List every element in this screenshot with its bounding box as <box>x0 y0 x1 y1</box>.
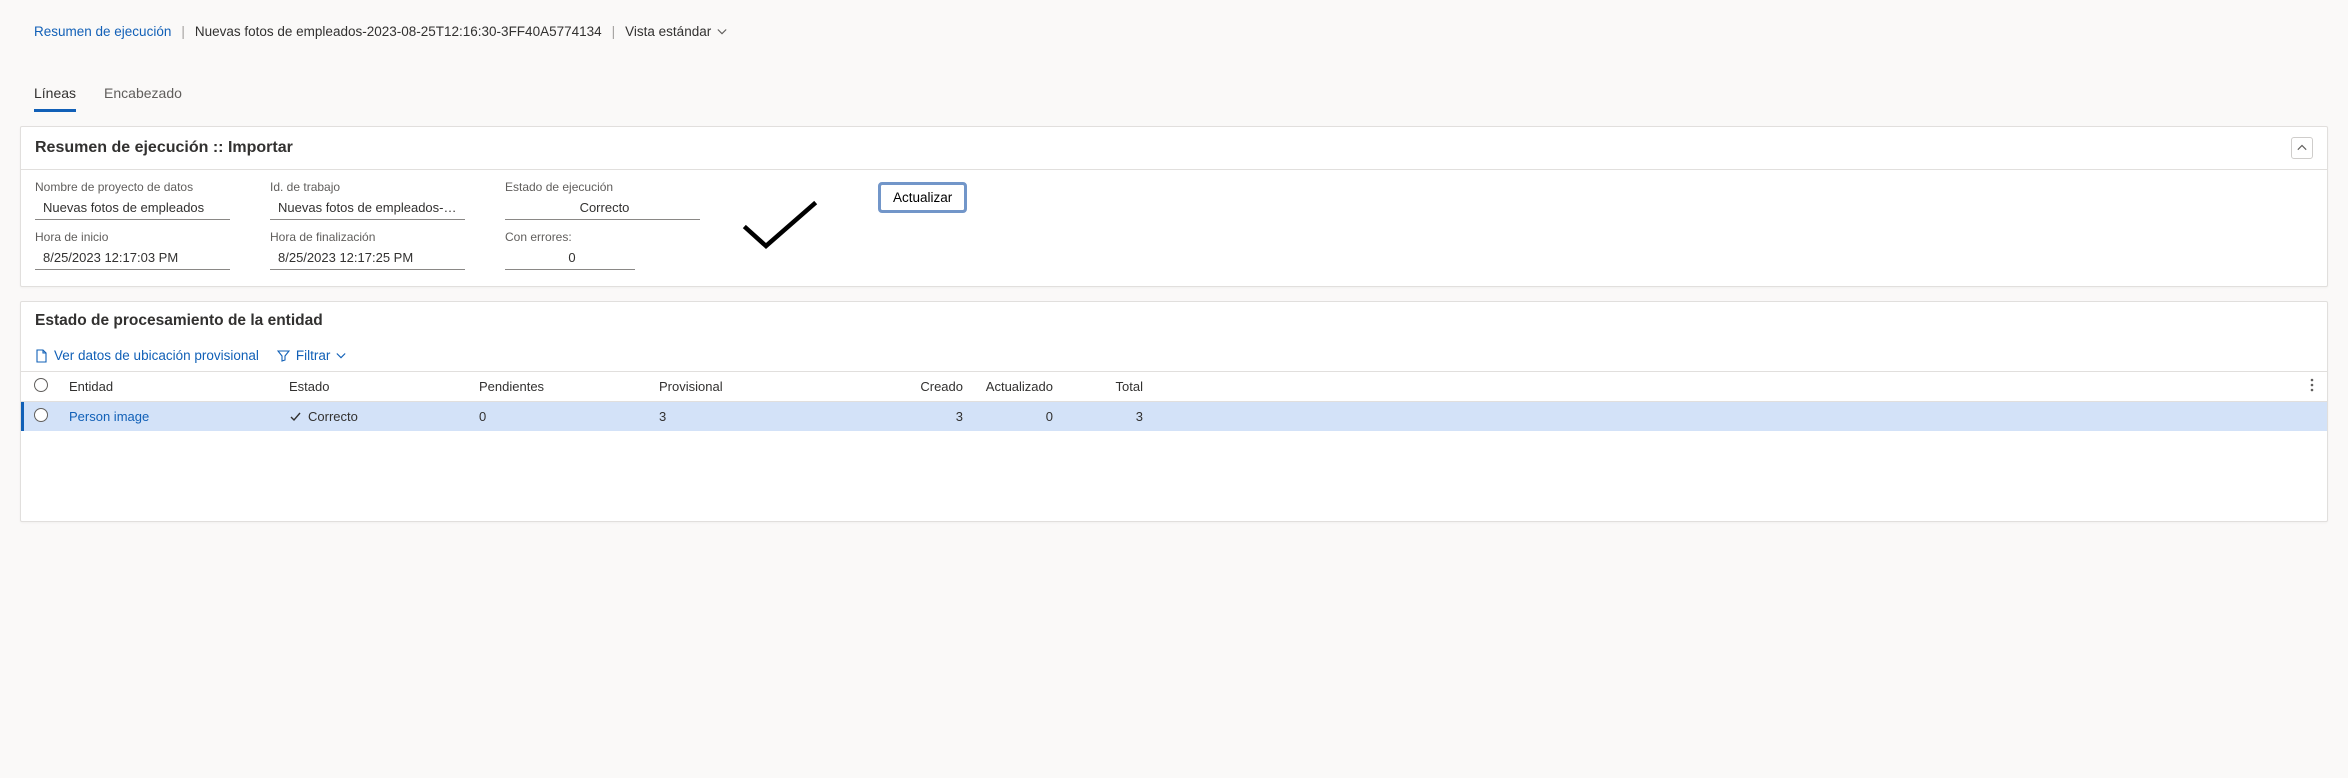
col-spacer <box>1151 372 2297 402</box>
summary-fields: Nombre de proyecto de datos Nuevas fotos… <box>21 170 2327 276</box>
entity-header: Estado de procesamiento de la entidad <box>21 302 2327 340</box>
entity-link[interactable]: Person image <box>69 409 149 424</box>
entity-toolbar: Ver datos de ubicación provisional Filtr… <box>21 340 2327 371</box>
table-row[interactable]: Person image Correcto 0 3 3 0 3 <box>21 402 2327 432</box>
field-label: Nombre de proyecto de datos <box>35 180 230 194</box>
col-staging[interactable]: Provisional <box>651 372 901 402</box>
field-value[interactable]: Nuevas fotos de empleados <box>35 196 230 220</box>
radio-icon <box>34 378 48 392</box>
breadcrumb-separator: | <box>612 24 616 39</box>
refresh-button[interactable]: Actualizar <box>880 184 965 211</box>
view-staging-label: Ver datos de ubicación provisional <box>54 348 259 363</box>
field-job-id: Id. de trabajo Nuevas fotos de empleados… <box>270 180 465 220</box>
tabs: Líneas Encabezado <box>20 45 2328 112</box>
tab-header[interactable]: Encabezado <box>104 81 182 112</box>
status-cell: Correcto <box>289 409 463 424</box>
field-label: Hora de inicio <box>35 230 230 244</box>
breadcrumb-separator: | <box>181 24 185 39</box>
collapse-button[interactable] <box>2291 137 2313 159</box>
field-value[interactable]: 8/25/2023 12:17:03 PM <box>35 246 230 270</box>
field-label: Id. de trabajo <box>270 180 465 194</box>
chevron-up-icon <box>2297 143 2307 153</box>
field-value[interactable]: 0 <box>505 246 635 270</box>
radio-icon <box>34 408 48 422</box>
col-entity[interactable]: Entidad <box>61 372 281 402</box>
view-selector[interactable]: Vista estándar <box>625 24 727 39</box>
col-pending[interactable]: Pendientes <box>471 372 651 402</box>
pending-cell: 0 <box>471 402 651 432</box>
field-value[interactable]: Correcto <box>505 196 700 220</box>
col-select[interactable] <box>21 372 61 402</box>
summary-header: Resumen de ejecución :: Importar <box>21 127 2327 169</box>
view-staging-link[interactable]: Ver datos de ubicación provisional <box>35 348 259 363</box>
summary-title: Resumen de ejecución :: Importar <box>35 139 293 157</box>
field-value[interactable]: Nuevas fotos de empleados-20... <box>270 196 465 220</box>
chevron-down-icon <box>717 27 727 37</box>
breadcrumb-root-link[interactable]: Resumen de ejecución <box>34 24 171 39</box>
breadcrumb-current: Nuevas fotos de empleados-2023-08-25T12:… <box>195 24 602 39</box>
field-value[interactable]: 8/25/2023 12:17:25 PM <box>270 246 465 270</box>
field-project-name: Nombre de proyecto de datos Nuevas fotos… <box>35 180 230 220</box>
entity-table: Entidad Estado Pendientes Provisional Cr… <box>21 371 2327 431</box>
more-vertical-icon <box>2310 378 2314 392</box>
entity-card: Estado de procesamiento de la entidad Ve… <box>20 301 2328 522</box>
filter-icon <box>277 349 290 362</box>
tab-lines[interactable]: Líneas <box>34 81 76 112</box>
col-more[interactable] <box>2297 372 2327 402</box>
field-label: Con errores: <box>505 230 700 244</box>
field-exec-status: Estado de ejecución Correcto <box>505 180 700 220</box>
breadcrumb: Resumen de ejecución | Nuevas fotos de e… <box>20 0 2328 45</box>
col-status[interactable]: Estado <box>281 372 471 402</box>
filter-link[interactable]: Filtrar <box>277 348 347 363</box>
chevron-down-icon <box>336 351 346 361</box>
field-label: Estado de ejecución <box>505 180 700 194</box>
field-label: Hora de finalización <box>270 230 465 244</box>
status-text: Correcto <box>308 409 358 424</box>
col-created[interactable]: Creado <box>901 372 971 402</box>
total-cell: 3 <box>1061 402 1151 432</box>
checkmark-icon <box>289 410 302 423</box>
col-total[interactable]: Total <box>1061 372 1151 402</box>
entity-title: Estado de procesamiento de la entidad <box>35 312 323 330</box>
field-start-time: Hora de inicio 8/25/2023 12:17:03 PM <box>35 230 230 270</box>
checkmark-icon <box>740 198 820 254</box>
row-select[interactable] <box>21 402 61 432</box>
field-errors: Con errores: 0 <box>505 230 700 270</box>
document-icon <box>35 349 48 363</box>
updated-cell: 0 <box>971 402 1061 432</box>
view-selector-label: Vista estándar <box>625 24 711 39</box>
col-updated[interactable]: Actualizado <box>971 372 1061 402</box>
created-cell: 3 <box>901 402 971 432</box>
staging-cell: 3 <box>651 402 901 432</box>
filter-label: Filtrar <box>296 348 331 363</box>
summary-card: Resumen de ejecución :: Importar Nombre … <box>20 126 2328 287</box>
field-end-time: Hora de finalización 8/25/2023 12:17:25 … <box>270 230 465 270</box>
